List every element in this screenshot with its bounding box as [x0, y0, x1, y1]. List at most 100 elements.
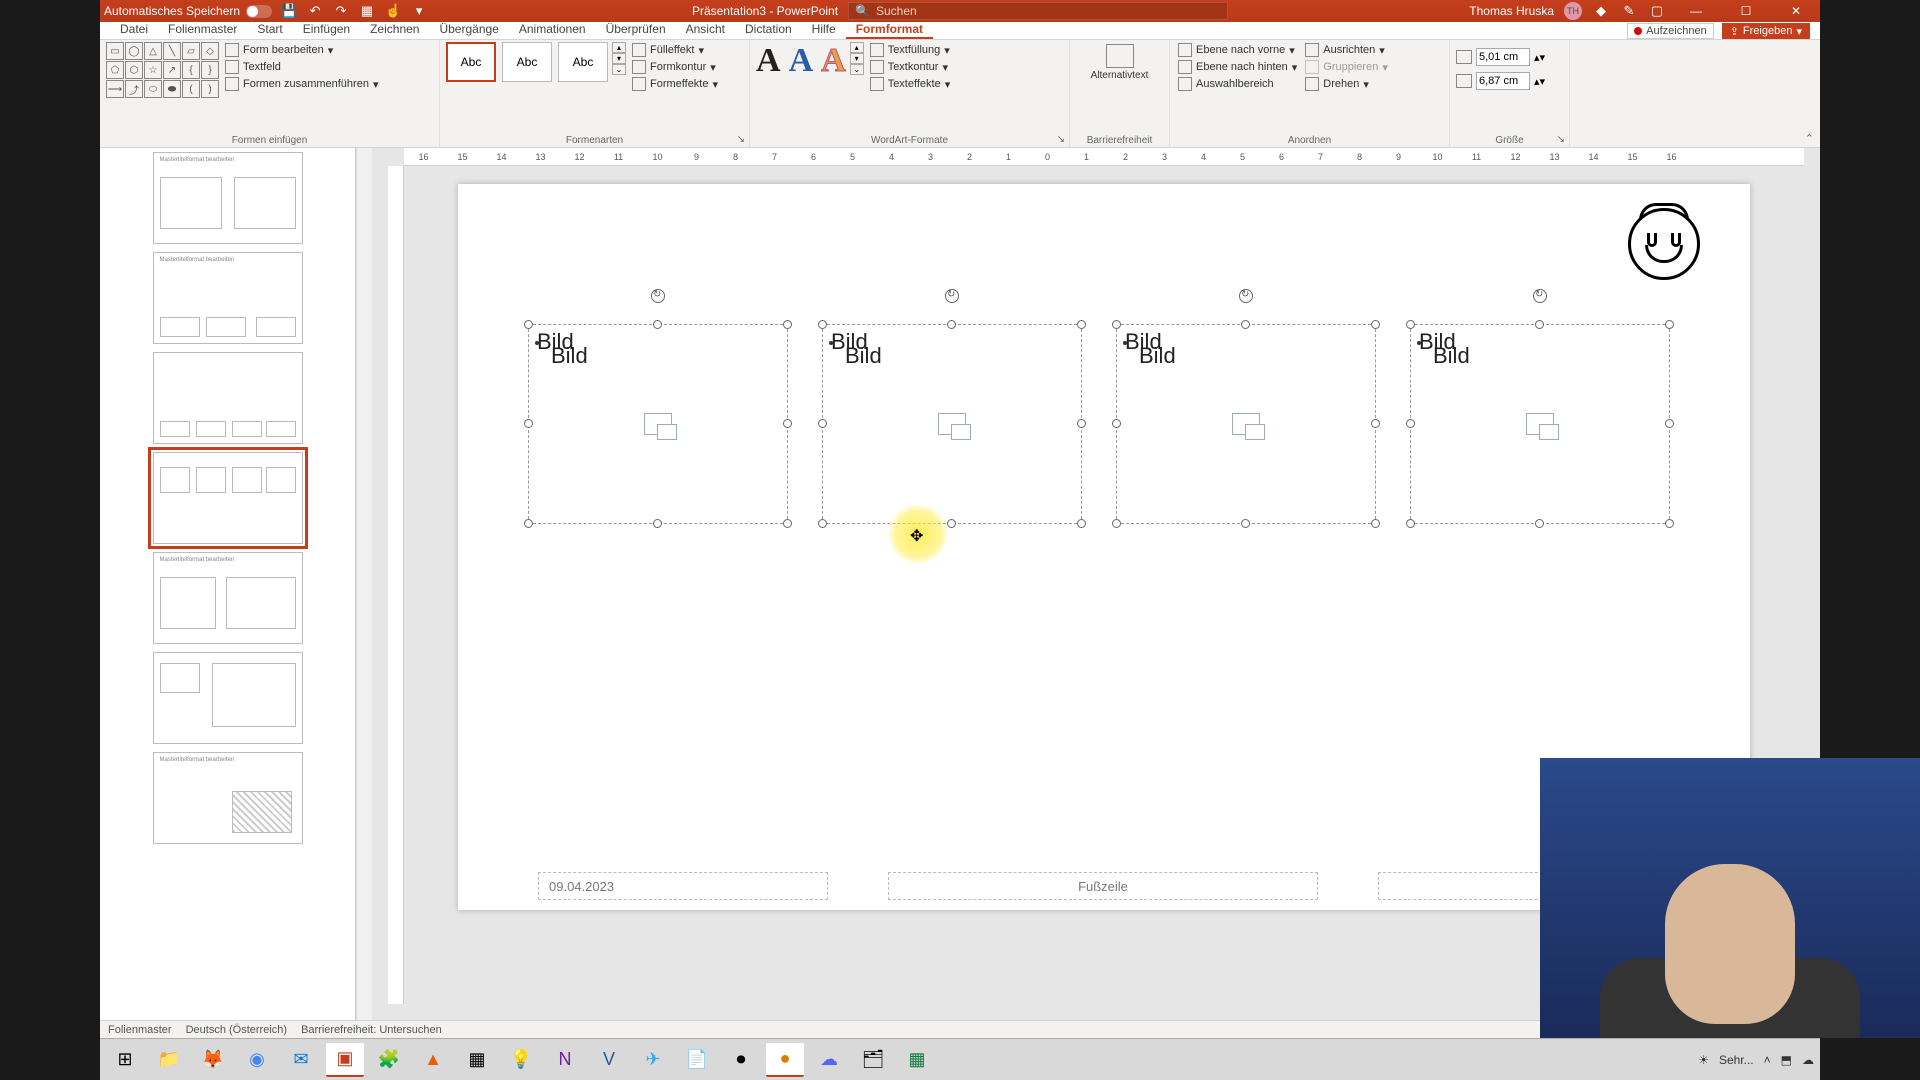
tab-formformat[interactable]: Formformat	[846, 21, 933, 39]
thumbnail-layout-selected[interactable]	[153, 452, 303, 544]
rotate-button[interactable]: Drehen ▾	[1303, 76, 1390, 92]
selection-pane-button[interactable]: Auswahlbereich	[1176, 76, 1299, 92]
collapse-ribbon-icon[interactable]: ⌃	[1805, 132, 1814, 145]
shape-fill-button[interactable]: Fülleffekt ▾	[630, 42, 720, 58]
thumbnail-layout[interactable]: Mastertitelformat bearbeiten	[153, 152, 303, 244]
align-button[interactable]: Ausrichten ▾	[1303, 42, 1390, 58]
telegram-icon[interactable]: ✈	[634, 1043, 672, 1077]
picture-placeholder[interactable]: BildBild	[528, 324, 788, 524]
tray-app-icon[interactable]: ☁	[1802, 1053, 1814, 1067]
chrome-icon[interactable]: ◉	[238, 1043, 276, 1077]
picture-placeholder[interactable]: BildBild	[1116, 324, 1376, 524]
discord-icon[interactable]: ☁	[810, 1043, 848, 1077]
app-icon[interactable]: 🗂	[854, 1043, 892, 1077]
onenote-icon[interactable]: N	[546, 1043, 584, 1077]
rotate-handle[interactable]	[651, 289, 665, 303]
alt-text-button[interactable]: Alternativtext	[1087, 42, 1153, 83]
app-icon[interactable]: 📄	[678, 1043, 716, 1077]
thumbnail-scrollbar[interactable]	[356, 148, 372, 1020]
app-icon[interactable]: ▦	[458, 1043, 496, 1077]
undo-icon[interactable]: ↶	[306, 2, 324, 20]
redo-icon[interactable]: ↷	[332, 2, 350, 20]
thumbnail-layout[interactable]	[153, 652, 303, 744]
maximize-button[interactable]: ☐	[1726, 2, 1766, 20]
text-fill-button[interactable]: Textfüllung ▾	[868, 42, 953, 58]
picture-placeholder[interactable]: BildBild	[1410, 324, 1670, 524]
tab-ueberpruefen[interactable]: Überprüfen	[596, 21, 676, 39]
width-field[interactable]	[1476, 72, 1530, 90]
tab-folienmaster[interactable]: Folienmaster	[158, 21, 247, 39]
present-icon[interactable]: ▦	[358, 2, 376, 20]
shape-effects-button[interactable]: Formeffekte ▾	[630, 76, 720, 92]
autosave-toggle[interactable]: Automatisches Speichern	[104, 4, 272, 18]
minimize-button[interactable]: —	[1676, 2, 1716, 20]
wordart-gallery[interactable]: A A A	[756, 42, 846, 80]
close-button[interactable]: ✕	[1776, 2, 1816, 20]
status-accessibility[interactable]: Barrierefreiheit: Untersuchen	[301, 1024, 442, 1036]
smiley-shape[interactable]	[1628, 208, 1700, 280]
record-button[interactable]: Aufzeichnen	[1627, 23, 1714, 39]
textbox-button[interactable]: Textfeld	[223, 59, 380, 75]
recording-app-icon[interactable]: ●	[766, 1043, 804, 1077]
rotate-handle[interactable]	[1239, 289, 1253, 303]
app-icon[interactable]: 🧩	[370, 1043, 408, 1077]
vlc-icon[interactable]: ▲	[414, 1043, 452, 1077]
touch-icon[interactable]: ☝	[384, 2, 402, 20]
tab-dictation[interactable]: Dictation	[735, 21, 802, 39]
powerpoint-icon[interactable]: ▣	[326, 1043, 364, 1077]
tray-chevron-icon[interactable]: ˄	[1764, 1053, 1771, 1067]
outlook-icon[interactable]: ✉	[282, 1043, 320, 1077]
rotate-handle[interactable]	[945, 289, 959, 303]
user-name[interactable]: Thomas Hruska	[1469, 4, 1554, 18]
thumbnail-layout[interactable]	[153, 352, 303, 444]
text-effects-button[interactable]: Texteffekte ▾	[868, 76, 953, 92]
qat-more-icon[interactable]: ▾	[410, 2, 428, 20]
merge-shapes-button[interactable]: Formen zusammenführen ▾	[223, 76, 380, 92]
diamond-icon[interactable]: ◆	[1592, 2, 1610, 20]
send-backward-button[interactable]: Ebene nach hinten ▾	[1176, 59, 1299, 75]
rotate-handle[interactable]	[1533, 289, 1547, 303]
footer-placeholder[interactable]: Fußzeile	[888, 872, 1318, 900]
tab-ansicht[interactable]: Ansicht	[676, 21, 735, 39]
height-field[interactable]	[1476, 48, 1530, 66]
explorer-icon[interactable]: 📁	[150, 1043, 188, 1077]
date-placeholder[interactable]: 09.04.2023	[538, 872, 828, 900]
title-bar: Automatisches Speichern 💾 ↶ ↷ ▦ ☝ ▾ Präs…	[100, 0, 1820, 22]
window-icon[interactable]: ▢	[1648, 2, 1666, 20]
slide-thumbnails[interactable]: Mastertitelformat bearbeiten Mastertitel…	[100, 148, 356, 1020]
weather-text[interactable]: Sehr...	[1719, 1053, 1754, 1067]
weather-icon[interactable]: ☀	[1698, 1053, 1709, 1067]
tab-animationen[interactable]: Animationen	[509, 21, 596, 39]
app-icon[interactable]: 💡	[502, 1043, 540, 1077]
save-icon[interactable]: 💾	[280, 2, 298, 20]
tab-hilfe[interactable]: Hilfe	[802, 21, 846, 39]
edit-shape-button[interactable]: Form bearbeiten ▾	[223, 42, 380, 58]
share-button[interactable]: ⇪Freigeben▾	[1722, 23, 1810, 39]
excel-icon[interactable]: ▦	[898, 1043, 936, 1077]
tab-uebergaenge[interactable]: Übergänge	[429, 21, 508, 39]
slidenum-placeholder[interactable]	[1378, 872, 1558, 900]
tray-app-icon[interactable]: ⬒	[1781, 1053, 1792, 1067]
thumbnail-layout[interactable]: Mastertitelformat bearbeiten	[153, 252, 303, 344]
tab-zeichnen[interactable]: Zeichnen	[360, 21, 429, 39]
shapes-gallery[interactable]: ▭◯△╲▱◇ ⬠⬡☆↗{} ⟶⤴⬭⬬()	[106, 42, 219, 98]
thumbnail-layout[interactable]: Mastertitelformat bearbeiten	[153, 752, 303, 844]
search-input[interactable]: 🔍 Suchen	[848, 2, 1228, 20]
visio-icon[interactable]: V	[590, 1043, 628, 1077]
picture-placeholder[interactable]: BildBild	[822, 324, 1082, 524]
pen-icon[interactable]: ✎	[1620, 2, 1638, 20]
status-mode[interactable]: Folienmaster	[108, 1024, 172, 1036]
firefox-icon[interactable]: 🦊	[194, 1043, 232, 1077]
tab-start[interactable]: Start	[247, 21, 292, 39]
bring-forward-button[interactable]: Ebene nach vorne ▾	[1176, 42, 1299, 58]
tab-einfuegen[interactable]: Einfügen	[293, 21, 360, 39]
text-outline-button[interactable]: Textkontur ▾	[868, 59, 953, 75]
shape-style-gallery[interactable]: Abc Abc Abc	[446, 42, 608, 82]
status-lang[interactable]: Deutsch (Österreich)	[186, 1024, 287, 1036]
thumbnail-layout[interactable]: Mastertitelformat bearbeiten	[153, 552, 303, 644]
tab-datei[interactable]: Datei	[110, 21, 158, 39]
avatar[interactable]: TH	[1564, 2, 1582, 20]
obs-icon[interactable]: ⏺	[722, 1043, 760, 1077]
start-button[interactable]: ⊞	[106, 1043, 144, 1077]
shape-outline-button[interactable]: Formkontur ▾	[630, 59, 720, 75]
